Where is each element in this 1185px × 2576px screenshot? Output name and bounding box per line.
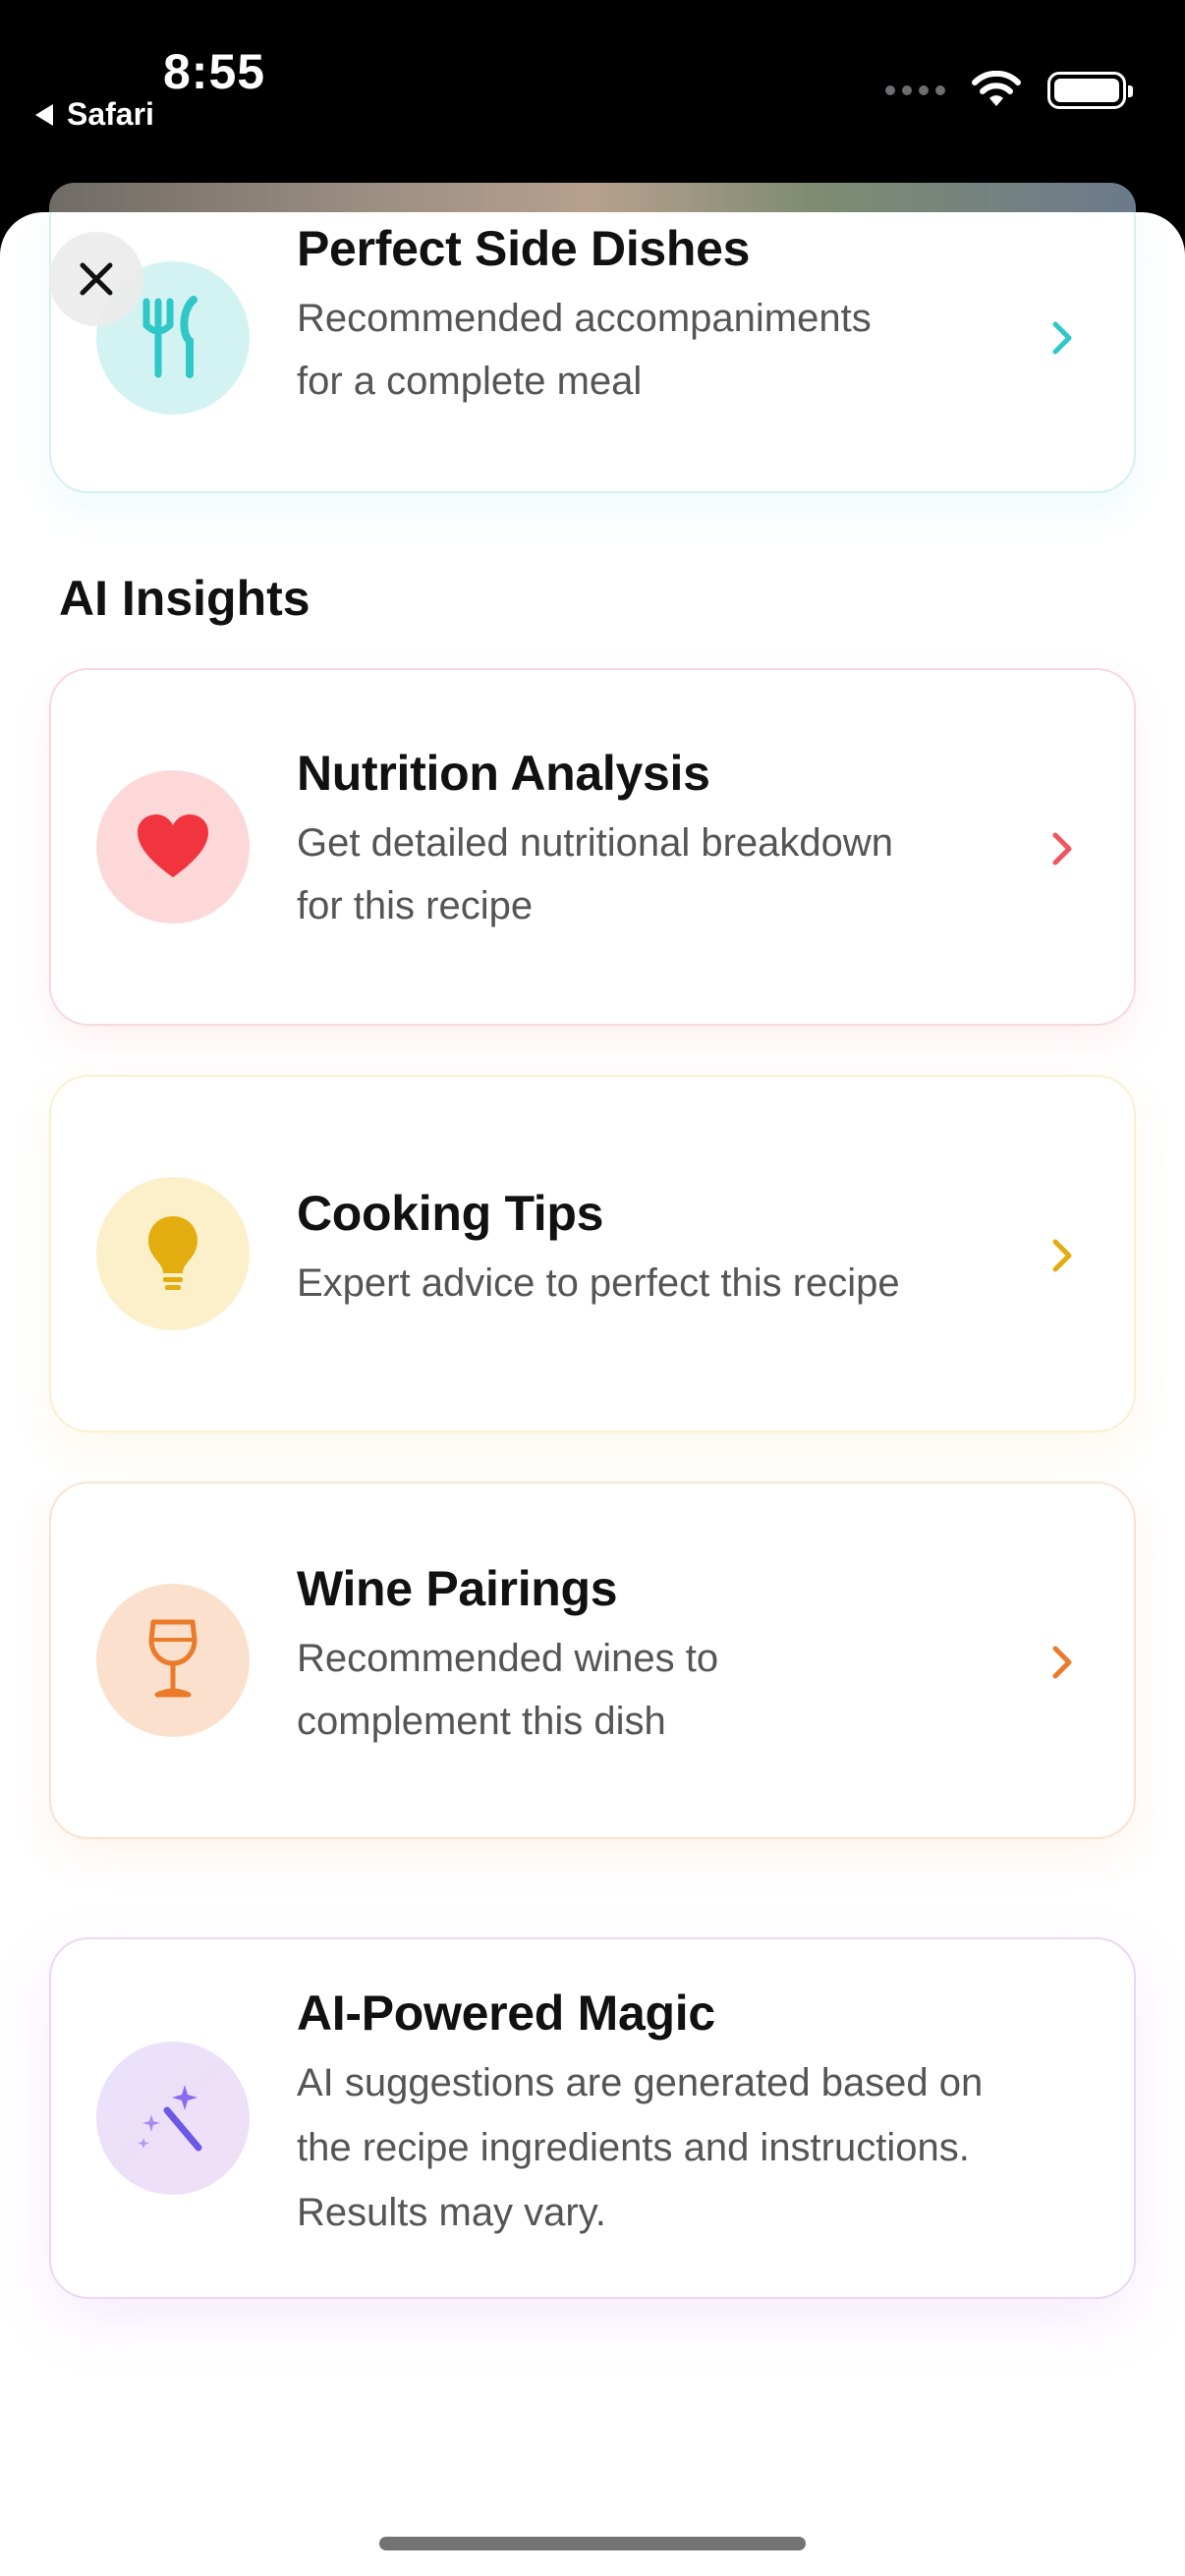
home-indicator[interactable]	[379, 2537, 806, 2550]
ai-powered-magic-card: AI-Powered Magic AI suggestions are gene…	[49, 1937, 1136, 2299]
back-label: Safari	[67, 96, 154, 132]
status-time: 8:55	[163, 44, 266, 99]
card-title: Wine Pairings	[297, 1561, 618, 1616]
card-description-line2: complement this dish	[297, 1700, 666, 1743]
back-triangle-icon	[35, 103, 53, 126]
card-description-line1: Recommended accompaniments	[297, 297, 872, 340]
card-description-line1: AI suggestions are generated based on	[297, 2061, 984, 2104]
heart-icon	[96, 770, 250, 924]
side-dishes-card[interactable]: Perfect Side Dishes Recommended accompan…	[49, 212, 1136, 493]
wine-pairings-card[interactable]: Wine Pairings Recommended wines to compl…	[49, 1482, 1136, 1839]
close-button[interactable]	[49, 232, 143, 326]
battery-icon	[1047, 72, 1133, 109]
back-to-safari-button[interactable]: Safari	[35, 96, 154, 133]
ai-insights-sheet: Perfect Side Dishes Recommended accompan…	[0, 212, 1185, 2576]
card-description-line1: Recommended wines to	[297, 1637, 719, 1680]
card-description-line2: the recipe ingredients and instructions.	[297, 2126, 970, 2169]
status-indicators	[885, 71, 1133, 110]
chevron-right-icon	[1052, 832, 1072, 866]
card-title: Cooking Tips	[297, 1186, 604, 1241]
card-description-line3: Results may vary.	[297, 2191, 606, 2234]
card-description-line1: Expert advice to perfect this recipe	[297, 1261, 900, 1305]
card-title: AI-Powered Magic	[297, 1986, 715, 2041]
card-title: Nutrition Analysis	[297, 746, 710, 801]
chevron-right-icon	[1052, 1239, 1072, 1272]
card-description-line2: for this recipe	[297, 884, 534, 927]
wine-glass-icon	[96, 1584, 250, 1737]
card-title: Perfect Side Dishes	[297, 221, 751, 276]
magic-wand-icon	[96, 2042, 250, 2195]
cellular-signal-icon	[885, 85, 945, 95]
section-title: AI Insights	[59, 571, 310, 626]
close-icon	[80, 262, 113, 296]
chevron-right-icon	[1052, 1646, 1072, 1679]
chevron-right-icon	[1052, 321, 1072, 355]
cooking-tips-card[interactable]: Cooking Tips Expert advice to perfect th…	[49, 1075, 1136, 1432]
lightbulb-icon	[96, 1177, 250, 1330]
nutrition-analysis-card[interactable]: Nutrition Analysis Get detailed nutritio…	[49, 668, 1136, 1026]
card-description-line1: Get detailed nutritional breakdown	[297, 821, 894, 865]
card-description-line2: for a complete meal	[297, 360, 643, 403]
app-screen: 8:55 Safari Perfect Side Dishes Recommen…	[0, 0, 1185, 2576]
status-bar: 8:55 Safari	[0, 0, 1185, 187]
wifi-icon	[972, 71, 1021, 106]
